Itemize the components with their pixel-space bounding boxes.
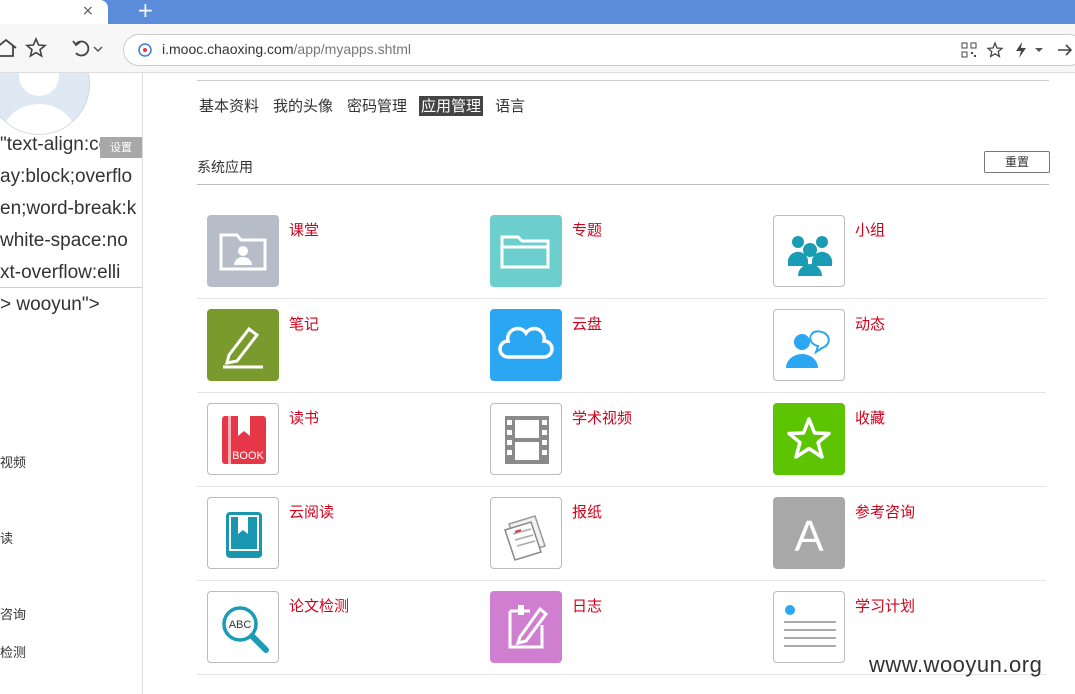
app-item-favorites[interactable]: 收藏: [763, 403, 1023, 477]
app-name[interactable]: 报纸: [572, 501, 602, 522]
ebook-icon[interactable]: [207, 497, 279, 569]
left-panel: "text-align:cent 设置 ay:block;overflo en;…: [0, 73, 143, 694]
app-item-academic-video[interactable]: 学术视频: [480, 403, 740, 477]
url-text[interactable]: i.mooc.chaoxing.com/app/myapps.shtml: [162, 41, 411, 57]
app-row: 笔记 云盘 动态: [197, 299, 1046, 393]
app-name[interactable]: 参考咨询: [855, 501, 915, 522]
undo-icon[interactable]: [70, 36, 94, 60]
qr-code-icon[interactable]: [960, 41, 978, 59]
app-name[interactable]: 笔记: [289, 313, 319, 334]
chat-user-icon[interactable]: [773, 309, 845, 381]
group-icon[interactable]: [773, 215, 845, 287]
note-pen-icon[interactable]: [207, 309, 279, 381]
code-line: xt-overflow:elli: [0, 262, 121, 283]
side-item[interactable]: 读: [0, 528, 13, 547]
url-path: /app/myapps.shtml: [293, 41, 412, 57]
section-title: 系统应用: [197, 160, 253, 176]
film-icon[interactable]: [490, 403, 562, 475]
side-item[interactable]: 检测: [0, 642, 26, 661]
tab-close-icon[interactable]: ×: [82, 2, 94, 20]
tab-basic-info[interactable]: 基本资料: [197, 96, 261, 116]
dropdown-arrow-icon[interactable]: [1034, 41, 1044, 59]
app-item-newspaper[interactable]: 报纸: [480, 497, 740, 571]
watermark: www.wooyun.org: [869, 652, 1043, 677]
left-divider: [0, 287, 142, 288]
cloud-icon[interactable]: [490, 309, 562, 381]
app-item-note[interactable]: 笔记: [197, 309, 457, 383]
app-item-classroom[interactable]: 课堂: [197, 215, 457, 289]
app-name[interactable]: 云阅读: [289, 501, 334, 522]
app-item-activity[interactable]: 动态: [763, 309, 1023, 383]
app-row: 云阅读 报纸 A 参考咨询: [197, 487, 1046, 581]
chevron-down-icon[interactable]: [93, 36, 103, 60]
site-security-icon[interactable]: [136, 41, 154, 59]
app-name[interactable]: 学习计划: [855, 595, 915, 616]
side-item[interactable]: 咨询: [0, 604, 26, 623]
letter-a-icon[interactable]: A: [773, 497, 845, 569]
app-row: 课堂 专题 小组: [197, 205, 1046, 299]
app-item-cloud-reading[interactable]: 云阅读: [197, 497, 457, 571]
app-name[interactable]: 日志: [572, 595, 602, 616]
main-top-divider: [197, 80, 1049, 81]
classroom-icon[interactable]: [207, 215, 279, 287]
url-host: i.mooc.chaoxing.com: [162, 41, 294, 57]
code-line: en;word-break:k: [0, 198, 137, 219]
app-row: BOOK 读书 学术视频 收藏: [197, 393, 1046, 487]
home-icon[interactable]: [0, 36, 18, 60]
app-item-topic[interactable]: 专题: [480, 215, 740, 289]
app-name[interactable]: 云盘: [572, 313, 602, 334]
book-icon[interactable]: BOOK: [207, 403, 279, 475]
app-item-diary[interactable]: 日志: [480, 591, 740, 665]
tab-app-management[interactable]: 应用管理: [419, 96, 484, 116]
lightning-icon[interactable]: [1012, 41, 1030, 59]
tab-password[interactable]: 密码管理: [345, 96, 409, 116]
app-name[interactable]: 收藏: [855, 407, 885, 428]
app-name[interactable]: 动态: [855, 313, 885, 334]
app-name[interactable]: 小组: [855, 219, 885, 240]
abc-text: ABC: [229, 619, 252, 631]
folder-icon[interactable]: [490, 215, 562, 287]
app-item-cloud-disk[interactable]: 云盘: [480, 309, 740, 383]
avatar[interactable]: [0, 73, 90, 135]
tab-language[interactable]: 语言: [493, 96, 527, 116]
app-name[interactable]: 专题: [572, 219, 602, 240]
reset-button[interactable]: 重置: [984, 151, 1050, 173]
address-bar[interactable]: i.mooc.chaoxing.com/app/myapps.shtml: [123, 34, 1075, 66]
plan-list-icon[interactable]: [773, 591, 845, 663]
book-icon-text: BOOK: [232, 450, 264, 462]
bookmark-star-icon[interactable]: [24, 36, 48, 60]
new-tab-icon[interactable]: +: [137, 0, 154, 21]
app-item-reading[interactable]: BOOK 读书: [197, 403, 457, 477]
newspaper-icon[interactable]: [490, 497, 562, 569]
browser-toolbar: i.mooc.chaoxing.com/app/myapps.shtml: [0, 24, 1075, 73]
star-icon[interactable]: [773, 403, 845, 475]
side-item[interactable]: 视频: [0, 452, 26, 471]
app-item-paper-check[interactable]: ABC 论文检测: [197, 591, 457, 665]
letter-a-text: A: [794, 512, 824, 561]
go-arrow-icon[interactable]: [1056, 41, 1074, 59]
app-name[interactable]: 课堂: [289, 219, 319, 240]
app-name[interactable]: 学术视频: [572, 407, 632, 428]
code-line: > wooyun">: [0, 294, 100, 315]
app-item-reference-consult[interactable]: A 参考咨询: [763, 497, 1023, 571]
browser-tab-strip: × +: [0, 0, 1075, 24]
tab-my-avatar[interactable]: 我的头像: [271, 96, 335, 116]
diary-icon[interactable]: [490, 591, 562, 663]
abc-search-icon[interactable]: ABC: [207, 591, 279, 663]
browser-tab[interactable]: ×: [0, 0, 108, 24]
app-name[interactable]: 读书: [289, 407, 319, 428]
default-avatar-icon: [3, 73, 75, 134]
app-item-group[interactable]: 小组: [763, 215, 1023, 289]
code-line: white-space:no: [0, 230, 128, 251]
code-line: ay:block;overflo: [0, 166, 133, 187]
app-name[interactable]: 论文检测: [289, 595, 349, 616]
app-grid: 课堂 专题 小组 笔记 云盘 动态 BOOK 读书 学术视频 收藏 云阅读 报纸…: [197, 205, 1046, 675]
settings-subnav: 基本资料 我的头像 密码管理 应用管理 语言: [197, 96, 537, 118]
section-divider: [197, 184, 1049, 185]
favorite-star-icon[interactable]: [986, 41, 1004, 59]
avatar-settings-button[interactable]: 设置: [100, 137, 142, 158]
